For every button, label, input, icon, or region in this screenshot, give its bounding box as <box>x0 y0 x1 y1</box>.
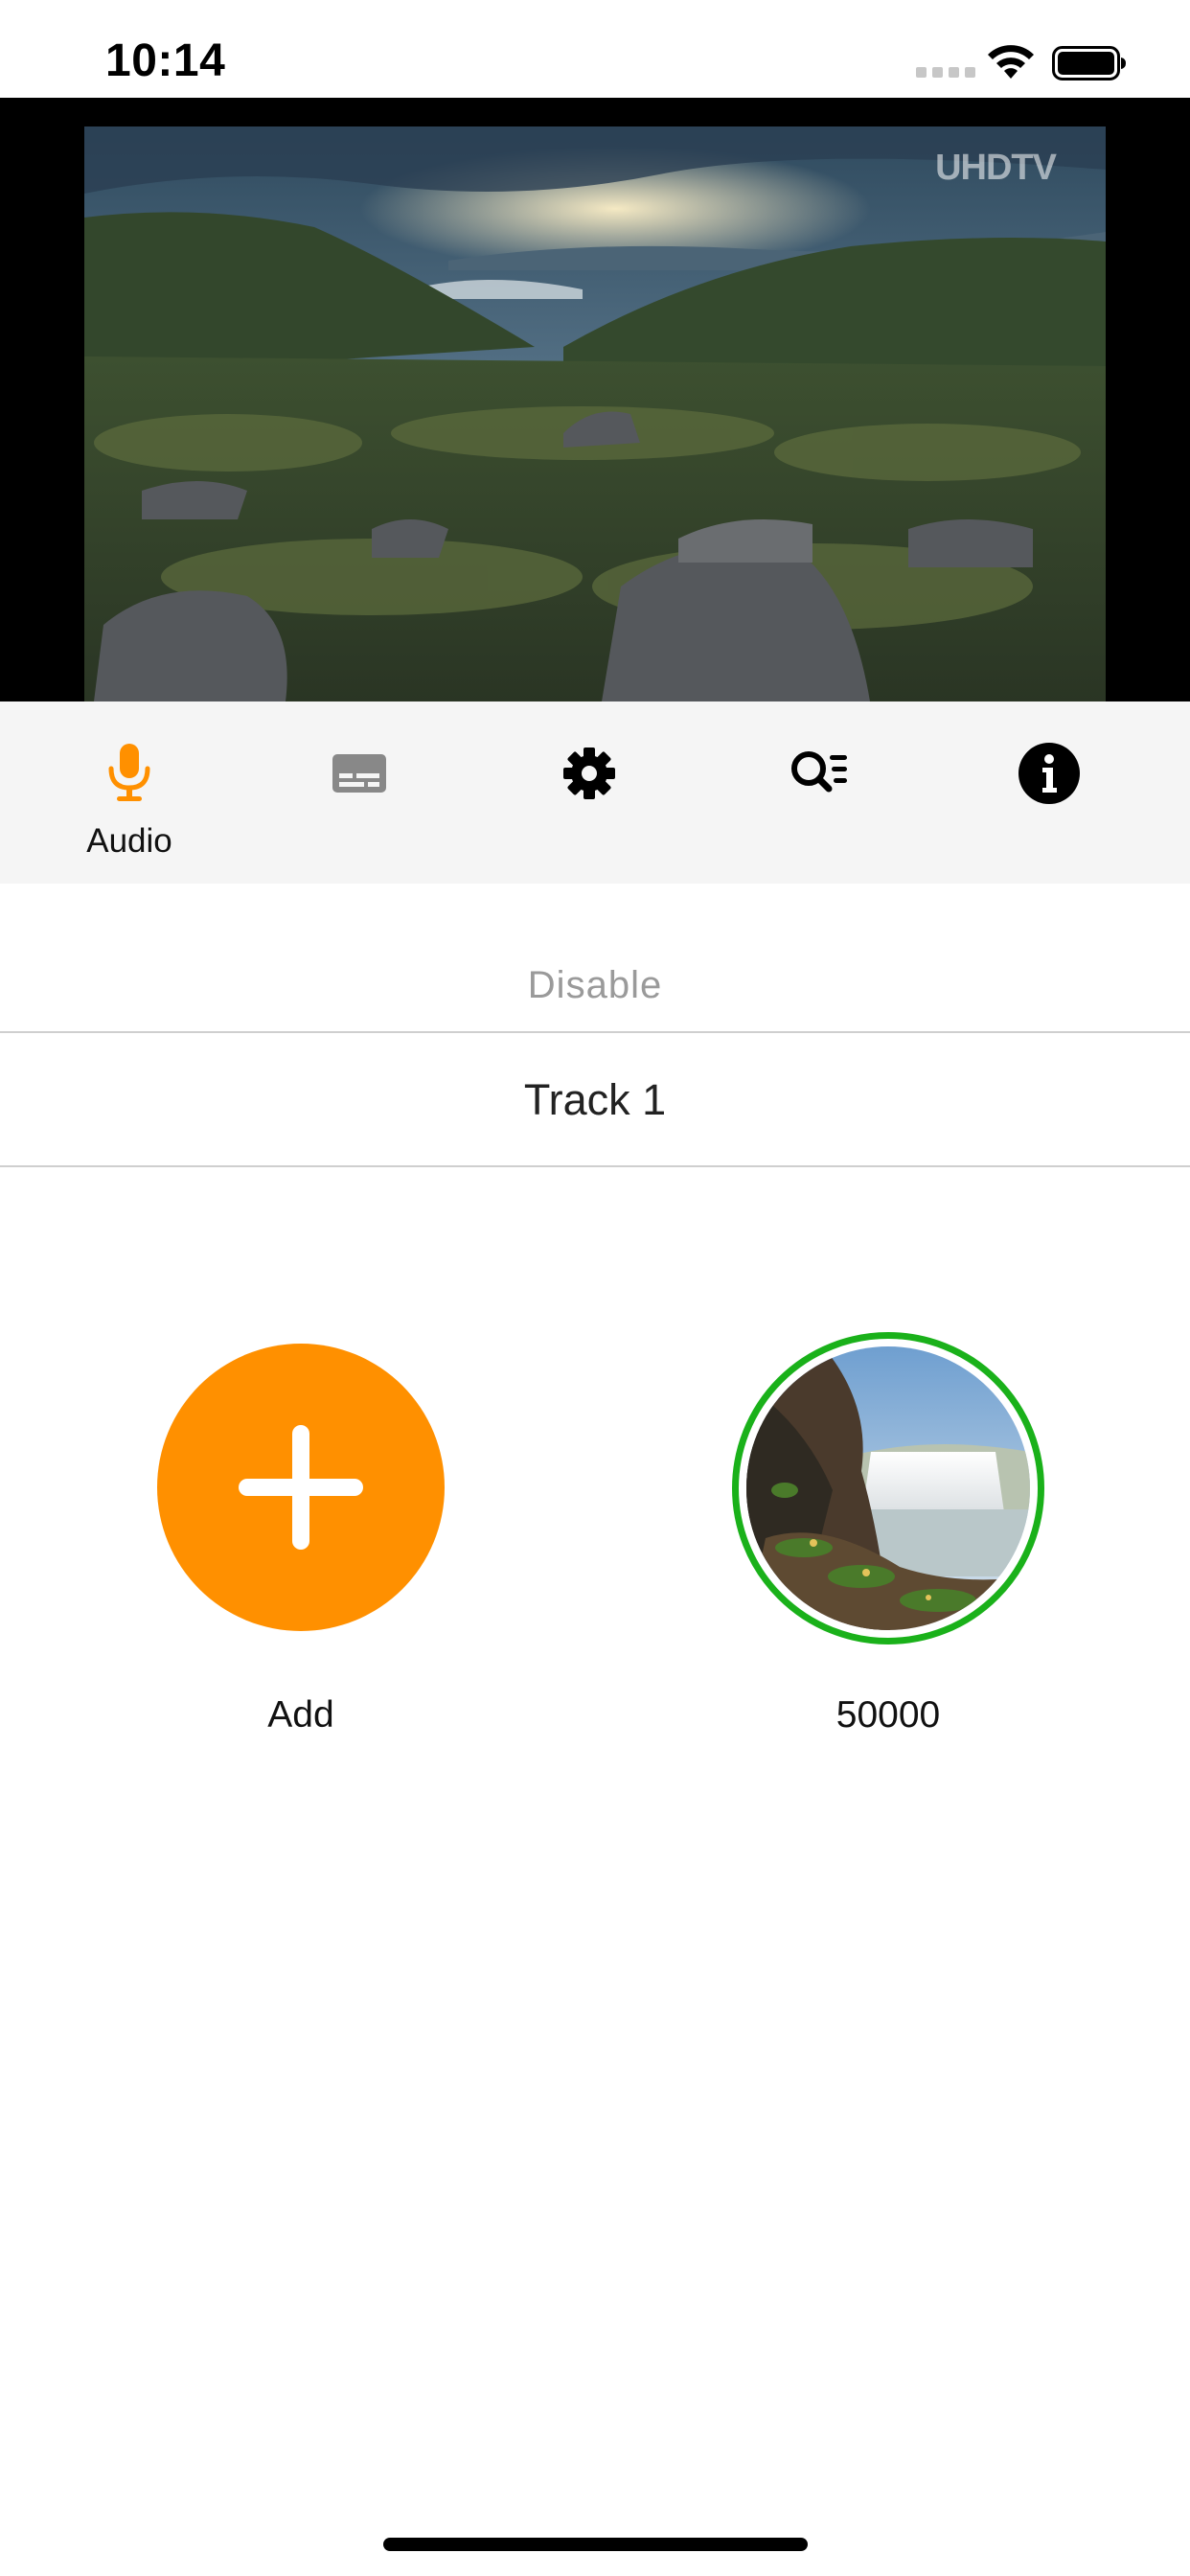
search-list-icon <box>791 751 847 793</box>
microphone-icon <box>108 744 150 801</box>
status-time: 10:14 <box>105 35 226 86</box>
subtitles-icon <box>332 754 386 793</box>
tab-settings[interactable] <box>493 702 685 884</box>
tab-audio[interactable]: Audio <box>34 702 225 884</box>
wifi-icon <box>988 45 1034 79</box>
audio-item-label: 50000 <box>835 1694 941 1736</box>
gear-icon <box>563 748 615 799</box>
tab-subtitles[interactable] <box>263 702 455 884</box>
audio-item-thumbnail[interactable] <box>732 1332 1044 1644</box>
audio-track-1[interactable]: Track 1 <box>0 1033 1190 1167</box>
battery-icon <box>1052 46 1126 80</box>
status-bar: 10:14 <box>0 0 1190 98</box>
plus-icon <box>239 1425 363 1550</box>
home-indicator[interactable] <box>383 2538 808 2551</box>
add-label: Add <box>267 1694 334 1736</box>
video-watermark: UHDTV <box>935 148 1057 188</box>
audio-track-disable[interactable]: Disable <box>0 920 1190 1033</box>
video-landscape-image <box>84 126 1106 702</box>
info-icon <box>1018 743 1080 804</box>
add-audio-button[interactable] <box>157 1344 445 1631</box>
video-player[interactable]: UHDTV <box>0 98 1190 702</box>
app-screen: 10:14 UHDTV Audio Disable Track 1 Add 50… <box>0 0 1190 2576</box>
player-tab-bar: Audio <box>0 702 1190 884</box>
cellular-signal-icon <box>916 67 975 78</box>
video-frame[interactable]: UHDTV <box>84 126 1106 702</box>
waterfall-image <box>746 1346 1030 1630</box>
tab-audio-label: Audio <box>86 822 172 860</box>
tab-info[interactable] <box>953 702 1145 884</box>
tab-search[interactable] <box>723 702 915 884</box>
